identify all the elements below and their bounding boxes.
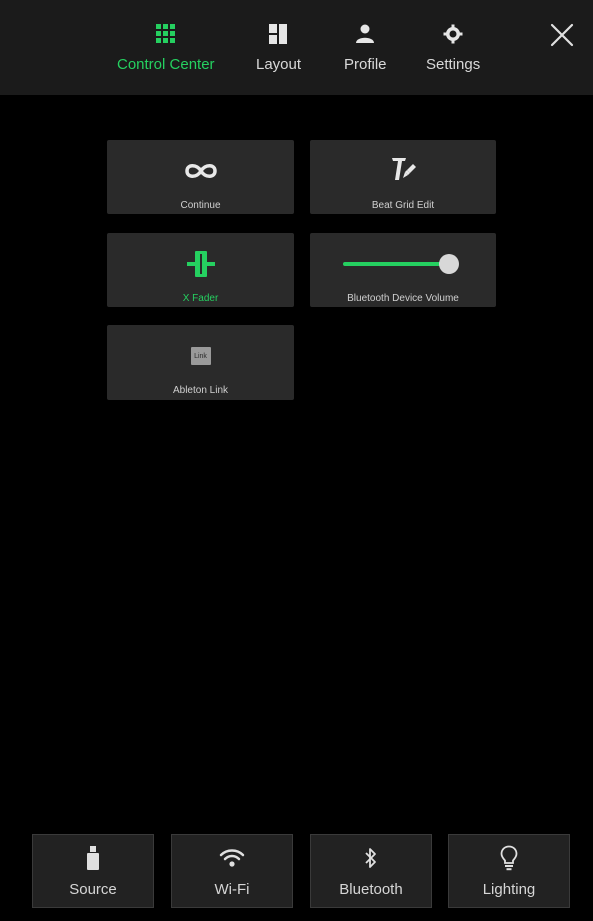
tab-profile[interactable]: Profile xyxy=(344,22,387,73)
crossfader-icon xyxy=(186,247,216,281)
infinity-icon xyxy=(183,154,219,188)
close-button[interactable] xyxy=(549,22,575,48)
layout-icon xyxy=(268,22,289,46)
slider-fill xyxy=(343,262,449,266)
gear-icon xyxy=(443,22,463,46)
usb-drive-icon xyxy=(86,845,100,871)
lighting-label: Lighting xyxy=(482,881,536,898)
wifi-button[interactable]: Wi-Fi xyxy=(171,834,293,908)
beat-grid-edit-icon xyxy=(388,154,418,188)
tile-ableton-link-label: Ableton Link xyxy=(172,385,229,396)
close-icon xyxy=(550,23,574,47)
volume-slider[interactable] xyxy=(343,247,463,281)
tile-bluetooth-volume-label: Bluetooth Device Volume xyxy=(347,293,459,304)
tile-ableton-link[interactable]: Link Ableton Link xyxy=(107,325,294,400)
bluetooth-volume-slider[interactable] xyxy=(343,252,463,276)
tile-beat-grid-edit[interactable]: Beat Grid Edit xyxy=(310,140,496,214)
grid-icon xyxy=(155,22,176,46)
bluetooth-icon xyxy=(364,845,378,871)
tab-control-center-label: Control Center xyxy=(117,56,215,73)
tab-profile-label: Profile xyxy=(344,56,387,73)
lighting-button[interactable]: Lighting xyxy=(448,834,570,908)
control-center-screen: Control Center Layout Profile Settings C… xyxy=(0,0,593,921)
slider-knob[interactable] xyxy=(439,254,459,274)
bluetooth-button[interactable]: Bluetooth xyxy=(310,834,432,908)
source-label: Source xyxy=(69,881,117,898)
tab-control-center[interactable]: Control Center xyxy=(117,22,215,73)
wifi-icon xyxy=(219,845,245,871)
tile-beat-grid-edit-label: Beat Grid Edit xyxy=(371,200,435,211)
tile-continue[interactable]: Continue xyxy=(107,140,294,214)
bluetooth-label: Bluetooth xyxy=(339,881,403,898)
tab-settings[interactable]: Settings xyxy=(426,22,480,73)
tab-layout[interactable]: Layout xyxy=(256,22,301,73)
bulb-icon xyxy=(500,845,518,871)
link-badge-icon: Link xyxy=(190,339,211,373)
person-icon xyxy=(355,22,375,46)
tab-layout-label: Layout xyxy=(256,56,302,73)
source-button[interactable]: Source xyxy=(32,834,154,908)
link-badge: Link xyxy=(190,347,211,365)
tile-continue-label: Continue xyxy=(180,200,221,211)
tile-x-fader[interactable]: X Fader xyxy=(107,233,294,307)
tile-bluetooth-volume[interactable]: Bluetooth Device Volume xyxy=(310,233,496,307)
tab-settings-label: Settings xyxy=(426,56,481,73)
wifi-label: Wi-Fi xyxy=(214,881,250,898)
top-nav-bar: Control Center Layout Profile Settings xyxy=(0,0,593,95)
tile-x-fader-label: X Fader xyxy=(182,293,219,304)
